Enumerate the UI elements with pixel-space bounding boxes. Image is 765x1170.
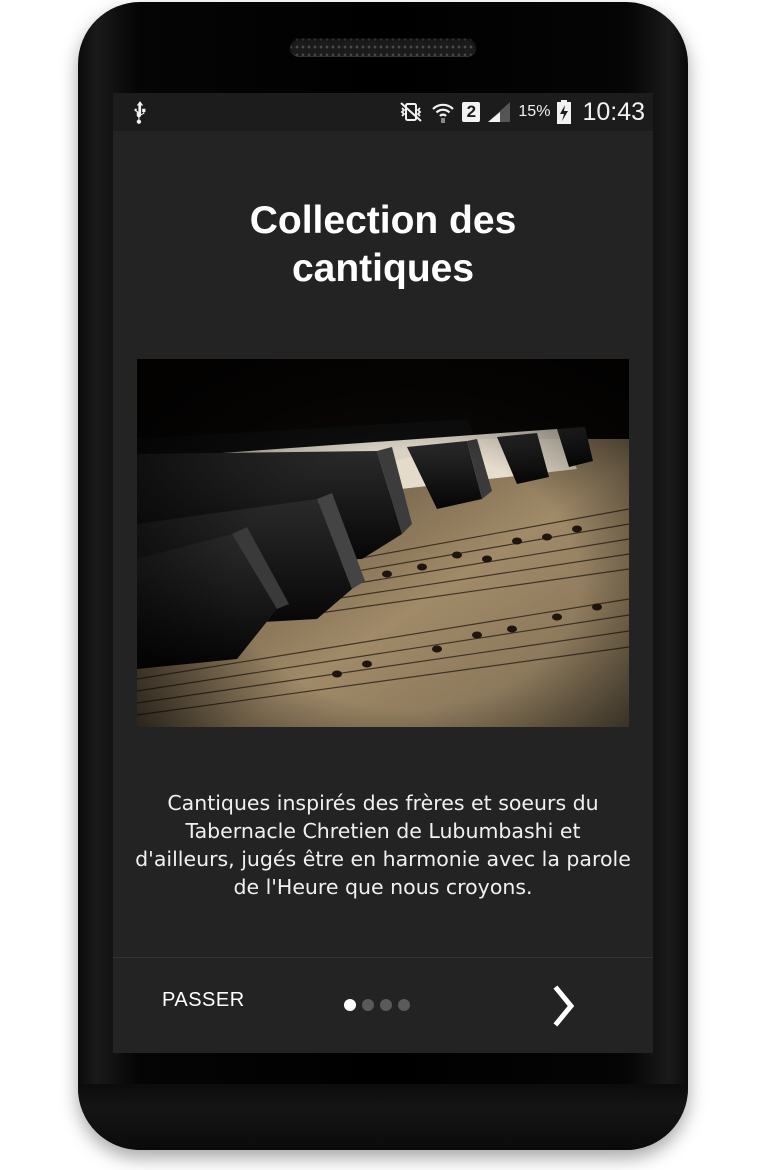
earpiece-speaker — [290, 38, 476, 56]
piano-sheet-music-image — [137, 359, 629, 727]
status-bar: 2 15% 10:43 — [113, 93, 653, 131]
page-dot-1 — [344, 999, 356, 1011]
chevron-right-icon — [553, 985, 575, 1027]
next-button[interactable] — [545, 981, 585, 1031]
status-clock: 10:43 — [582, 97, 645, 126]
skip-button[interactable]: PASSER — [162, 989, 245, 1012]
intro-description: Cantiques inspirés des frères et soeurs … — [135, 791, 631, 899]
phone-bottom-bezel — [78, 1084, 688, 1150]
vibrate-icon — [400, 102, 423, 122]
app-screen: 2 15% 10:43 Collection des cantiques Can… — [113, 93, 653, 1053]
battery-charging-icon — [557, 100, 572, 124]
page-dot-2 — [362, 999, 374, 1011]
sim-2-badge: 2 — [462, 102, 481, 122]
battery-percent: 15% — [518, 103, 551, 120]
usb-icon — [134, 101, 146, 124]
wifi-icon — [432, 103, 455, 123]
footer-divider — [113, 957, 653, 958]
intro-title: Collection des cantiques — [249, 199, 517, 290]
page-indicator — [344, 999, 410, 1011]
signal-icon — [488, 102, 511, 122]
page-dot-4 — [398, 999, 410, 1011]
page-dot-3 — [380, 999, 392, 1011]
